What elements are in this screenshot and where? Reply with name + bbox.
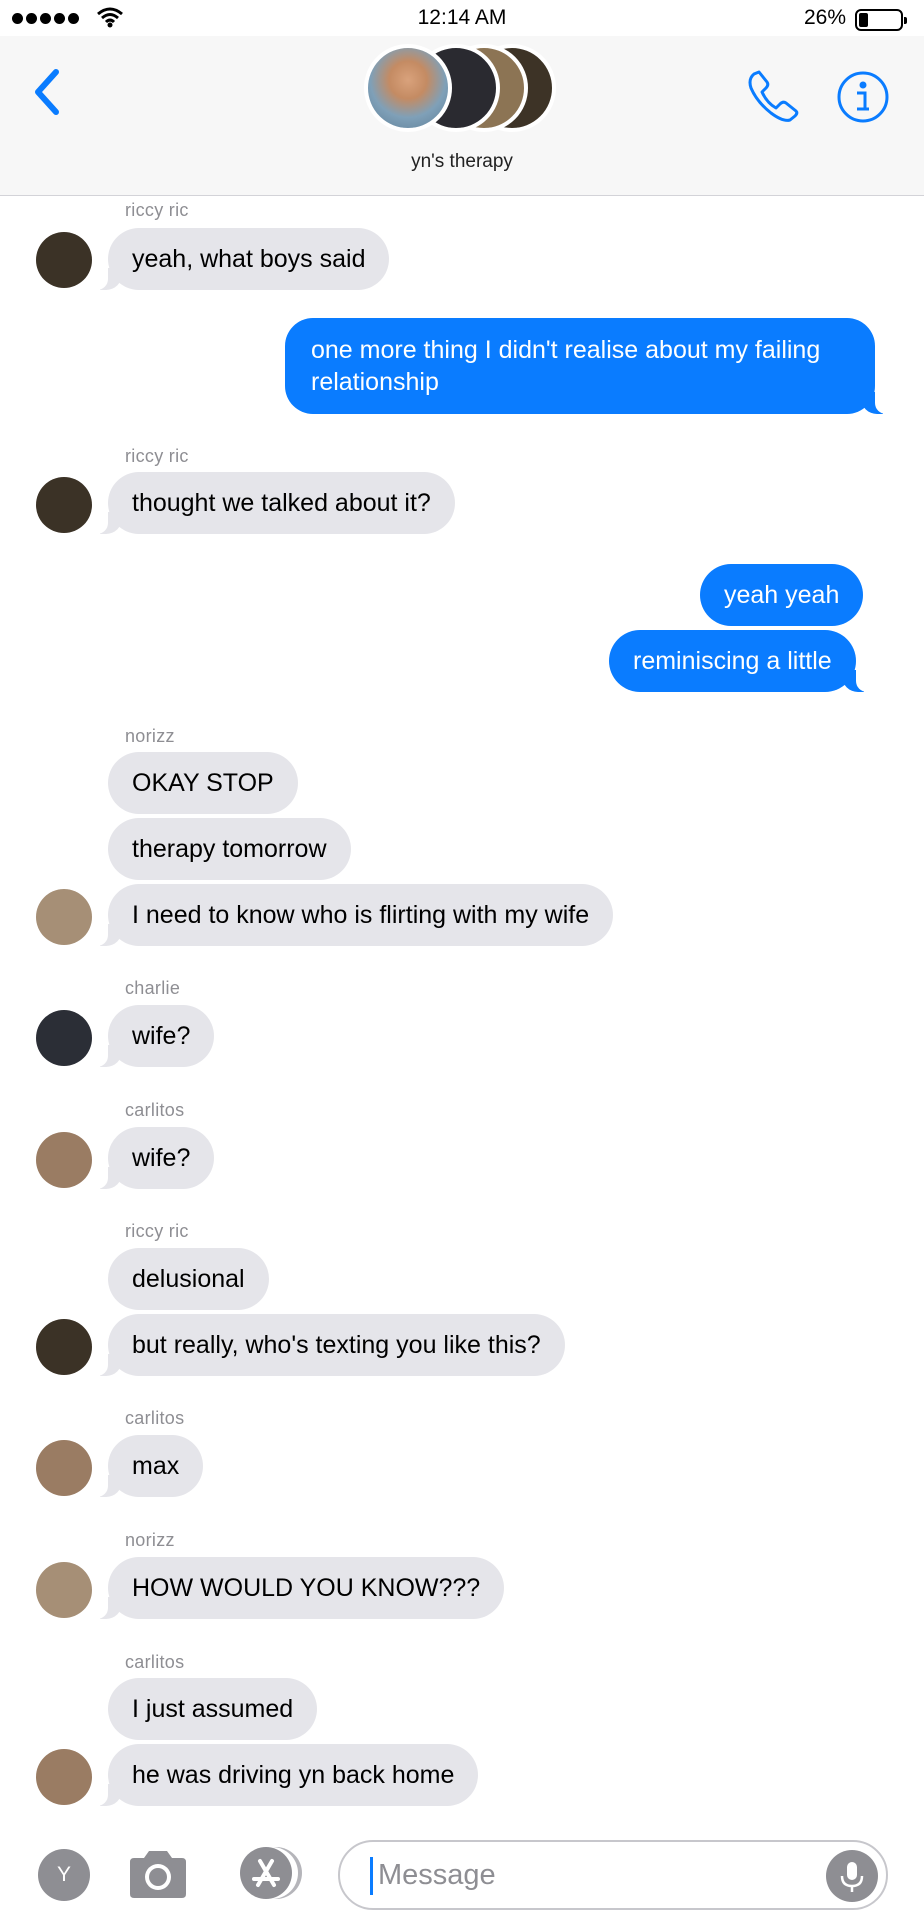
outgoing-message-bubble[interactable]: yeah yeah xyxy=(700,564,864,626)
message-text: OKAY STOP xyxy=(132,769,274,797)
message-text: wife? xyxy=(132,1022,191,1050)
status-time: 12:14 AM xyxy=(417,6,507,29)
battery-icon xyxy=(855,9,907,31)
sender-name: carlitos xyxy=(125,1100,185,1120)
incoming-message-bubble[interactable]: I need to know who is flirting with my w… xyxy=(93,884,614,946)
phone-icon[interactable] xyxy=(745,66,801,122)
message-text: I need to know who is flirting with my w… xyxy=(132,901,590,929)
incoming-message-bubble[interactable]: wife? xyxy=(93,1127,215,1189)
memoji-button[interactable]: Y xyxy=(38,1849,90,1901)
message-text: reminiscing a little xyxy=(633,647,832,675)
incoming-message-bubble[interactable]: he was driving yn back home xyxy=(93,1744,479,1806)
outgoing-message-bubble[interactable]: reminiscing a little xyxy=(609,630,870,692)
battery-percentage: 26% xyxy=(804,6,847,29)
sender-name: norizz xyxy=(125,1530,175,1550)
avatar-carlitos[interactable] xyxy=(36,1749,92,1805)
incoming-message-bubble[interactable]: max xyxy=(93,1435,204,1497)
incoming-message-bubble[interactable]: HOW WOULD YOU KNOW??? xyxy=(93,1557,505,1619)
sender-name: riccy ric xyxy=(125,1221,189,1241)
incoming-message-bubble[interactable]: I just assumed xyxy=(108,1678,318,1740)
incoming-message-bubble[interactable]: therapy tomorrow xyxy=(108,818,351,880)
avatar-carlitos[interactable] xyxy=(36,1132,92,1188)
app-store-icon[interactable] xyxy=(230,1845,304,1901)
camera-icon[interactable] xyxy=(126,1846,190,1902)
incoming-message-bubble[interactable]: but really, who's texting you like this? xyxy=(94,1314,565,1376)
group-avatar xyxy=(364,44,452,132)
outgoing-message-bubble[interactable]: one more thing I didn't realise about my… xyxy=(285,318,889,414)
group-title[interactable]: yn's therapy xyxy=(0,151,924,173)
sender-name: norizz xyxy=(125,726,175,746)
microphone-icon[interactable] xyxy=(826,1850,878,1902)
message-text: he was driving yn back home xyxy=(132,1761,455,1789)
sender-name: riccy ric xyxy=(125,200,189,220)
back-chevron-icon[interactable] xyxy=(30,66,64,118)
avatar-riccy-ric[interactable] xyxy=(36,1319,92,1375)
avatar-norizz[interactable] xyxy=(36,1562,92,1618)
message-text: wife? xyxy=(132,1144,191,1172)
avatar-riccy-ric[interactable] xyxy=(36,477,92,533)
message-text: delusional xyxy=(132,1265,245,1293)
avatar-charlie[interactable] xyxy=(36,1010,92,1066)
message-text: but really, who's texting you like this? xyxy=(132,1331,541,1359)
avatar-carlitos[interactable] xyxy=(36,1440,92,1496)
message-text: max xyxy=(132,1452,180,1480)
incoming-message-bubble[interactable]: thought we talked about it? xyxy=(94,472,455,534)
sender-name: carlitos xyxy=(125,1408,185,1428)
incoming-message-bubble[interactable]: OKAY STOP xyxy=(108,752,298,814)
group-avatars[interactable] xyxy=(364,42,564,140)
sender-name: charlie xyxy=(125,978,181,998)
sender-name: carlitos xyxy=(125,1652,185,1672)
message-text: HOW WOULD YOU KNOW??? xyxy=(132,1574,481,1602)
message-text: yeah, what boys said xyxy=(132,245,366,273)
avatar-norizz[interactable] xyxy=(36,889,92,945)
incoming-message-bubble[interactable]: wife? xyxy=(93,1005,215,1067)
conversation-header: yn's therapy xyxy=(0,36,924,196)
sender-name: riccy ric xyxy=(125,446,189,466)
composer-bar: Y Message xyxy=(0,1826,924,1920)
message-text: therapy tomorrow xyxy=(132,835,327,863)
avatar-riccy-ric[interactable] xyxy=(36,232,92,288)
message-text: I just assumed xyxy=(132,1695,294,1723)
message-text: thought we talked about it? xyxy=(132,489,431,517)
incoming-message-bubble[interactable]: yeah, what boys said xyxy=(93,228,390,290)
message-text: one more thing I didn't realise about my… xyxy=(311,336,821,396)
message-placeholder: Message xyxy=(378,1859,496,1891)
incoming-message-bubble[interactable]: delusional xyxy=(108,1248,269,1310)
message-text: yeah yeah xyxy=(724,581,840,609)
message-input[interactable]: Message xyxy=(338,1840,888,1910)
info-icon[interactable] xyxy=(836,70,890,124)
text-cursor xyxy=(370,1857,373,1895)
status-bar: 12:14 AM 26% xyxy=(0,0,924,36)
